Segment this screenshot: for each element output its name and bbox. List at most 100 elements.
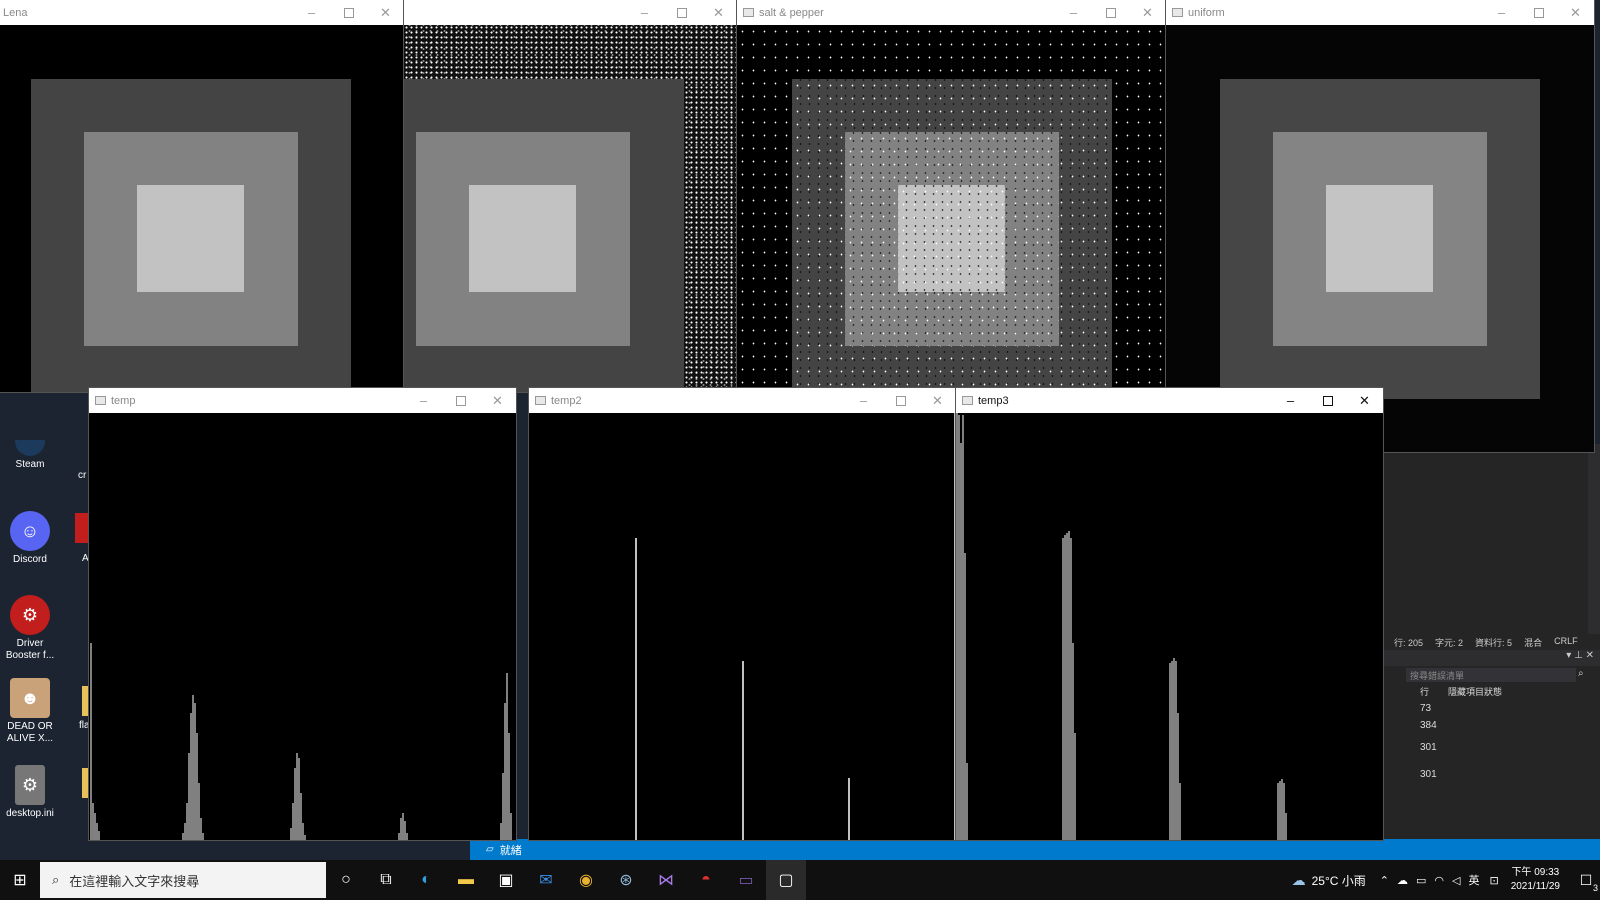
desktop-icon-label: desktop.ini [6, 808, 54, 819]
title-bar[interactable]: temp – ✕ [89, 388, 516, 413]
maximize-icon[interactable] [1092, 0, 1129, 25]
close-icon[interactable]: ✕ [700, 0, 737, 25]
taskbar: ⊞ ⌕ 在這裡輸入文字來搜尋 ○ ⧉ ◐ ▬ ▣ ✉ ◉ ⊛ ⋈ ◓ ▭ ▢ ☁… [0, 860, 1600, 900]
editor-status-row: 行: 205 字元: 2 資料行: 5 混合 CRLF [1380, 636, 1600, 650]
desktop-icon-driver-booster[interactable]: ⚙ Driver Booster f... [0, 595, 60, 662]
maximize-icon[interactable] [1309, 388, 1346, 413]
histogram-plot [90, 643, 512, 840]
pin-icon[interactable]: ⊥ [1574, 650, 1583, 661]
maximize-icon[interactable] [1520, 0, 1557, 25]
error-list-panel: 行: 205 字元: 2 資料行: 5 混合 CRLF ▾ ⊥ ✕ 搜尋錯誤清單… [1380, 444, 1600, 839]
onedrive-icon[interactable]: ☁ [1397, 874, 1408, 887]
file-explorer-icon[interactable]: ▬ [446, 860, 486, 900]
search-icon: ⌕ [52, 872, 60, 887]
clock-date: 2021/11/29 [1510, 881, 1560, 892]
title-bar[interactable]: uniform – ✕ [1166, 0, 1594, 25]
title-bar[interactable]: temp3 – ✕ [956, 388, 1383, 413]
opencv-window-icon[interactable]: ▢ [766, 860, 806, 900]
minimize-icon[interactable]: – [626, 0, 663, 25]
close-icon[interactable]: ✕ [479, 388, 516, 413]
maximize-icon[interactable] [882, 388, 919, 413]
app-purple-icon[interactable]: ▭ [726, 860, 766, 900]
wifi-icon[interactable]: ◠ [1434, 874, 1444, 887]
weather-text[interactable]: 25°C 小雨 [1312, 872, 1366, 889]
list-item[interactable]: 301 [1420, 742, 1437, 753]
window-noise[interactable]: – ✕ [404, 0, 737, 392]
title-bar[interactable]: salt & pepper – ✕ [737, 0, 1166, 25]
maximize-icon[interactable] [442, 388, 479, 413]
histogram-plot [956, 413, 1287, 840]
close-icon[interactable]: ✕ [367, 0, 404, 25]
desktop-icon-label: Discord [13, 554, 47, 565]
weather-icon[interactable]: ☁ [1292, 872, 1306, 889]
mail-icon[interactable]: ✉ [526, 860, 566, 900]
square-inner [469, 185, 576, 292]
close-icon[interactable]: ✕ [1557, 0, 1594, 25]
windows-start-icon[interactable]: ⊞ [0, 860, 40, 900]
list-item[interactable]: 384 [1420, 720, 1437, 731]
device-icon[interactable]: ▭ [1416, 874, 1426, 887]
close-icon[interactable]: ✕ [1346, 388, 1383, 413]
visual-studio-icon[interactable]: ⋈ [646, 860, 686, 900]
window-uniform[interactable]: uniform – ✕ [1166, 0, 1594, 452]
column-suppression[interactable]: 隱藏項目狀態 [1448, 685, 1502, 699]
partial-icon-label: A [82, 553, 89, 564]
clock-time: 下午 09:33 [1511, 867, 1560, 878]
minimize-icon[interactable]: – [845, 388, 882, 413]
store-icon[interactable]: ▣ [486, 860, 526, 900]
image-canvas [737, 25, 1166, 392]
desktop-icon-discord[interactable]: ☺ Discord [0, 511, 60, 566]
window-temp2[interactable]: temp2 – ✕ [529, 388, 956, 840]
taskbar-search[interactable]: ⌕ 在這裡輸入文字來搜尋 [40, 862, 326, 898]
minimize-icon[interactable]: – [405, 388, 442, 413]
window-temp[interactable]: temp – ✕ [89, 388, 516, 840]
title-bar[interactable]: – ✕ [404, 0, 737, 25]
minimize-icon[interactable]: – [293, 0, 330, 25]
chrome-icon[interactable]: ◉ [566, 860, 606, 900]
search-input[interactable]: 搜尋錯誤清單 [1410, 669, 1464, 682]
maximize-icon[interactable] [663, 0, 700, 25]
panel-toolbar: ▾ ⊥ ✕ [1380, 650, 1600, 666]
task-view-icon[interactable]: ⧉ [366, 860, 406, 900]
notification-icon[interactable]: ☐ 3 [1572, 872, 1600, 893]
desktop-icon-desktop-ini[interactable]: ⚙ desktop.ini [0, 765, 60, 820]
list-item[interactable]: 73 [1420, 703, 1431, 714]
editor-status-bar: ▱ 就緒 [470, 839, 1600, 860]
ime-indicator[interactable]: 英 [1468, 872, 1479, 888]
search-icon[interactable]: ⌕ [1578, 668, 1584, 679]
minimize-icon[interactable]: – [1272, 388, 1309, 413]
right-scrollbar[interactable] [1588, 444, 1600, 634]
steam-icon[interactable]: ⊛ [606, 860, 646, 900]
clock[interactable]: 下午 09:33 2021/11/29 [1511, 866, 1560, 894]
desktop-icon-steam[interactable]: Steam [0, 440, 60, 471]
window-salt-pepper[interactable]: salt & pepper – ✕ [737, 0, 1166, 392]
edge-icon[interactable]: ◐ [406, 860, 446, 900]
error-list-search[interactable]: 搜尋錯誤清單 [1406, 668, 1576, 682]
minimize-icon[interactable]: – [1483, 0, 1520, 25]
close-icon[interactable]: ✕ [919, 388, 956, 413]
window-lena[interactable]: Lena – ✕ [0, 0, 404, 392]
ready-status: 就緒 [499, 844, 522, 857]
close-icon[interactable]: ✕ [1586, 650, 1594, 661]
maximize-icon[interactable] [330, 0, 367, 25]
ime-icon[interactable]: ⊡ [1489, 874, 1498, 887]
window-temp3[interactable]: temp3 – ✕ [956, 388, 1383, 840]
cortana-icon[interactable]: ○ [326, 860, 366, 900]
status-line: 行: 205 [1394, 638, 1424, 648]
close-icon[interactable]: ✕ [1129, 0, 1166, 25]
desktop-icon-dead-or-alive[interactable]: ☻ DEAD OR ALIVE X... [0, 678, 60, 745]
error-list-header: 行 隱藏項目狀態 [1380, 685, 1588, 699]
title-bar[interactable]: temp2 – ✕ [529, 388, 956, 413]
driver-booster-icon: ⚙ [10, 595, 50, 635]
search-input[interactable]: 在這裡輸入文字來搜尋 [69, 871, 199, 890]
app-red-icon[interactable]: ◓ [686, 860, 726, 900]
title-bar[interactable]: Lena – ✕ [0, 0, 404, 25]
dropdown-icon[interactable]: ▾ [1566, 650, 1571, 661]
histogram-canvas [89, 413, 516, 840]
column-row[interactable]: 行 [1420, 685, 1448, 699]
window-title: salt & pepper [759, 6, 824, 19]
chevron-up-icon[interactable]: ⌃ [1380, 874, 1389, 887]
list-item[interactable]: 301 [1420, 769, 1437, 780]
minimize-icon[interactable]: – [1055, 0, 1092, 25]
volume-icon[interactable]: ◁ [1452, 874, 1460, 887]
